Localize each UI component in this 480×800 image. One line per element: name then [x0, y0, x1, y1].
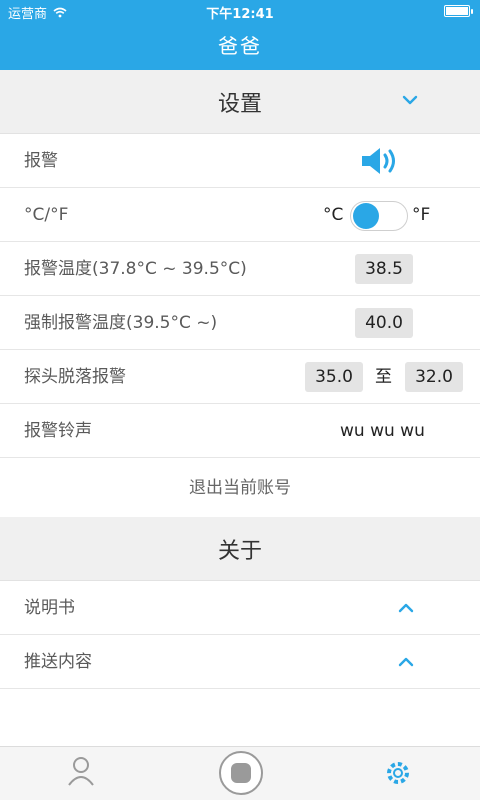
unit-label: °C/°F [24, 205, 69, 225]
alarm-row: 报警 [0, 134, 480, 188]
about-item-manual[interactable]: 说明书 [0, 581, 480, 635]
record-button-icon[interactable] [218, 750, 264, 796]
status-bar: 运营商 下午12:41 [0, 0, 480, 22]
logout-button[interactable]: 退出当前账号 [0, 459, 480, 517]
chevron-up-icon[interactable] [398, 602, 414, 614]
alarm-temp-label: 报警温度(37.8°C ~ 39.5°C) [24, 259, 247, 279]
alarm-label: 报警 [24, 151, 58, 171]
person-icon[interactable] [66, 755, 96, 787]
about-header-label: 关于 [217, 538, 262, 564]
top-bar: 运营商 下午12:41 爸爸 [0, 0, 480, 70]
toggle-knob [353, 203, 379, 229]
settings-header-label: 设置 [217, 91, 262, 117]
about-item-push-content[interactable]: 推送内容 [0, 635, 480, 689]
ringtone-row[interactable]: 报警铃声 wu wu wu [0, 404, 480, 458]
page-title: 爸爸 [218, 34, 262, 58]
probe-off-alarm-label: 探头脱落报警 [24, 367, 126, 387]
about-item-label: 说明书 [24, 598, 75, 618]
probe-off-alarm-row: 探头脱落报警 35.0 至 32.0 [0, 350, 480, 404]
probe-off-to-label: 至 [375, 367, 392, 387]
alarm-temp-row: 报警温度(37.8°C ~ 39.5°C) 38.5 [0, 242, 480, 296]
status-time: 下午12:41 [206, 7, 274, 22]
settings-section-header[interactable]: 设置 [0, 70, 480, 134]
ringtone-value[interactable]: wu wu wu [340, 404, 425, 458]
about-section-header: 关于 [0, 517, 480, 581]
probe-off-from-value[interactable]: 35.0 [305, 362, 363, 392]
celsius-label: °C [323, 205, 344, 225]
chevron-up-icon[interactable] [398, 656, 414, 668]
gear-icon[interactable] [384, 759, 412, 787]
probe-off-to-value[interactable]: 32.0 [405, 362, 463, 392]
chevron-down-icon[interactable] [402, 94, 418, 106]
about-item-label: 推送内容 [24, 652, 92, 672]
forced-alarm-temp-value[interactable]: 40.0 [355, 308, 413, 338]
fahrenheit-label: °F [412, 205, 431, 225]
forced-alarm-temp-label: 强制报警温度(39.5°C ~) [24, 313, 218, 333]
tab-bar [0, 746, 480, 800]
unit-row: °C/°F °C °F [0, 188, 480, 242]
alarm-temp-value[interactable]: 38.5 [355, 254, 413, 284]
battery-icon [444, 5, 473, 17]
speaker-icon[interactable] [360, 145, 402, 177]
unit-toggle[interactable] [350, 201, 408, 231]
ringtone-label: 报警铃声 [24, 421, 92, 441]
forced-alarm-temp-row: 强制报警温度(39.5°C ~) 40.0 [0, 296, 480, 350]
